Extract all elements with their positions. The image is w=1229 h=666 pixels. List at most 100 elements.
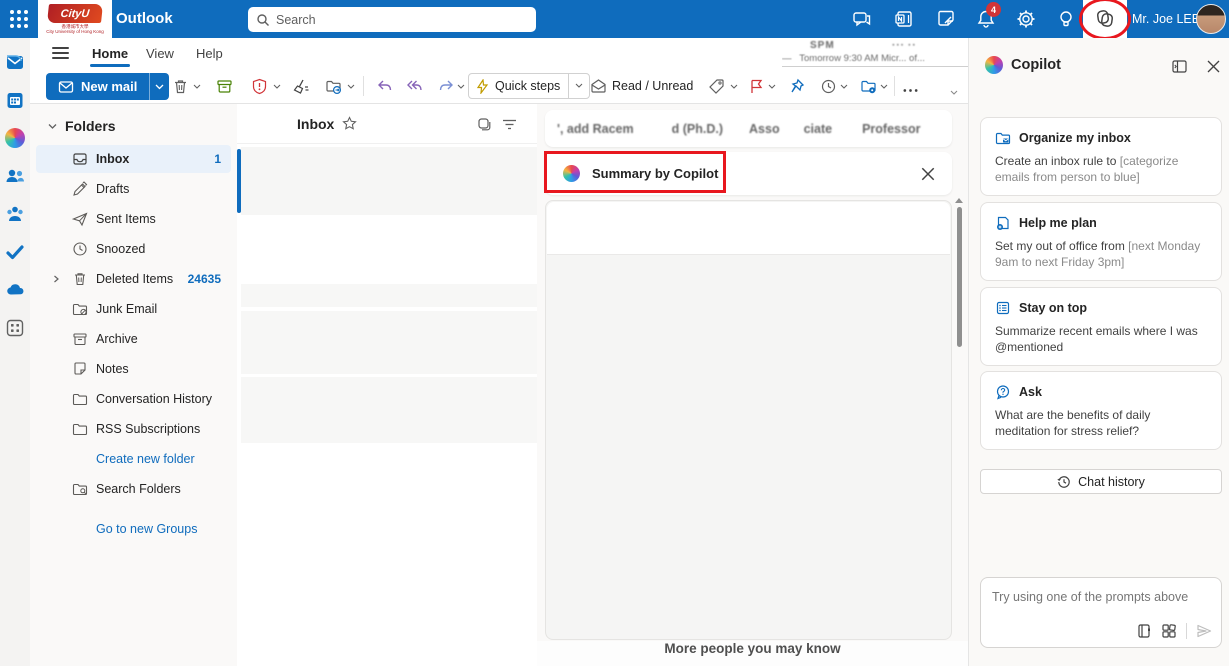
copilot-close-icon[interactable] [1205,58,1222,75]
tab-help[interactable]: Help [192,43,227,64]
move-dropdown-chevron-icon[interactable] [347,84,355,90]
search-input[interactable]: Search [248,7,536,32]
folder-item-deleted[interactable]: Deleted Items 24635 [36,265,231,293]
folder-item-inbox[interactable]: Inbox 1 [36,145,231,173]
expand-chevron-icon[interactable] [52,275,60,283]
prompt-card-organize-inbox[interactable]: Organize my inbox Create an inbox rule t… [980,117,1222,196]
read-unread-icon[interactable] [590,78,607,95]
prompt-library-icon[interactable] [1161,623,1177,639]
rail-calendar-icon[interactable] [5,90,25,110]
report-icon[interactable] [251,78,268,95]
folder-item-drafts[interactable]: Drafts [36,175,231,203]
tab-home[interactable]: Home [88,43,132,67]
new-mail-dropdown[interactable] [149,73,170,100]
quick-steps-button[interactable]: Quick steps [468,73,591,99]
report-dropdown-chevron-icon[interactable] [273,84,281,90]
chat-history-label: Chat history [1078,474,1145,489]
create-new-folder-link[interactable]: Create new folder [96,452,195,466]
message-item-redacted[interactable] [241,377,537,443]
favorite-star-icon[interactable] [342,116,357,131]
hamburger-menu-icon[interactable] [52,47,69,60]
chat-icon[interactable] [852,9,872,29]
folder-item-search-folders[interactable]: Search Folders [36,475,231,503]
open-in-pane-icon[interactable] [1171,58,1188,75]
folder-item-sent[interactable]: Sent Items [36,205,231,233]
snooze-clock-icon[interactable] [820,78,837,95]
notebook-icon[interactable] [1136,623,1152,639]
folder-item-junk[interactable]: Junk Email [36,295,231,323]
rail-copilot-icon[interactable] [5,128,25,148]
message-item-redacted[interactable] [241,311,537,374]
tab-view[interactable]: View [142,43,178,64]
rail-people-icon[interactable] [5,166,25,186]
user-avatar[interactable] [1196,4,1226,34]
prompt-card-stay-on-top[interactable]: Stay on top Summarize recent emails wher… [980,287,1222,366]
reply-all-icon[interactable] [406,78,423,95]
delete-icon[interactable] [172,78,189,95]
snoozed-clock-icon [73,242,87,256]
list-summary-icon [996,301,1010,315]
onenote-icon[interactable] [894,9,914,29]
copilot-toggle-button[interactable] [1083,0,1127,38]
select-messages-icon[interactable] [477,117,492,132]
forward-icon[interactable] [438,78,455,95]
folder-item-rss[interactable]: RSS Subscriptions [36,415,231,443]
rail-todo-check-icon[interactable] [5,242,25,262]
copilot-prompt-input[interactable]: Try using one of the prompts above [980,577,1222,648]
send-icon[interactable] [1196,623,1212,639]
copilot-icon [985,56,1003,74]
move-to-folder-icon[interactable] [325,78,342,95]
sticky-notes-icon[interactable] [936,9,956,29]
app-launcher-icon[interactable] [8,8,30,30]
delete-dropdown-chevron-icon[interactable] [193,84,201,90]
rail-more-apps-icon[interactable] [5,318,25,338]
rules-dropdown-chevron-icon[interactable] [880,84,888,90]
scrollbar-up-arrow[interactable] [955,198,963,203]
rules-folder-icon[interactable] [860,78,877,95]
forward-dropdown-chevron-icon[interactable] [457,84,465,90]
folder-count: 1 [214,152,221,166]
prompt-card-help-me-plan[interactable]: Help me plan Set my out of office from [… [980,202,1222,281]
filter-icon[interactable] [502,119,517,130]
quick-steps-dropdown[interactable] [569,83,589,89]
folder-item-notes[interactable]: Notes [36,355,231,383]
archive-icon[interactable] [216,78,233,95]
new-mail-button[interactable]: New mail [46,73,170,100]
categorize-tag-icon[interactable] [708,78,725,95]
tips-lightbulb-icon[interactable] [1056,9,1076,29]
copilot-panel: Copilot Organize my inbox Create an inbo… [968,38,1229,666]
message-group-redacted [241,284,537,307]
settings-gear-icon[interactable] [1016,9,1036,29]
more-options-icon[interactable] [902,82,919,99]
folder-item-snoozed[interactable]: Snoozed [36,235,231,263]
go-to-groups-link[interactable]: Go to new Groups [96,522,197,536]
message-item-redacted[interactable] [241,147,537,215]
search-folder-icon [72,483,88,496]
ribbon-collapse-chevron-icon[interactable] [950,90,958,96]
flag-dropdown-chevron-icon[interactable] [768,84,776,90]
tag-dropdown-chevron-icon[interactable] [730,84,738,90]
copilot-icon [563,165,580,182]
folder-item-conversation-history[interactable]: Conversation History [36,385,231,413]
archive-box-icon [73,333,87,346]
rail-onedrive-icon[interactable] [5,280,25,300]
cityu-logo[interactable]: CityU 香港城市大學 City University of Hong Kon… [38,0,112,38]
snooze-dropdown-chevron-icon[interactable] [840,84,848,90]
summary-close-icon[interactable] [920,166,936,182]
reading-pane: ', add Racem d (Ph.D.) Asso ciate Profes… [537,104,968,666]
flag-icon[interactable] [748,78,765,95]
meeting-reminder-redacted[interactable]: SPM ··· ·· — Tomorrow 9:30 AM Micr... of… [782,40,982,67]
subject-fragment: Asso [749,121,780,136]
rail-groups-icon[interactable] [5,204,25,224]
prompt-card-ask[interactable]: Ask What are the benefits of daily medit… [980,371,1222,450]
scrollbar-thumb[interactable] [957,207,962,347]
reply-icon[interactable] [376,78,393,95]
folders-header[interactable]: Folders [48,118,116,134]
chat-history-button[interactable]: Chat history [980,469,1222,494]
read-unread-label[interactable]: Read / Unread [612,79,693,93]
rail-mail-icon[interactable] [5,52,25,72]
folder-item-archive[interactable]: Archive [36,325,231,353]
card-body: Set my out of office from [995,239,1129,253]
pin-icon[interactable] [788,78,805,95]
sweep-icon[interactable] [293,78,310,95]
